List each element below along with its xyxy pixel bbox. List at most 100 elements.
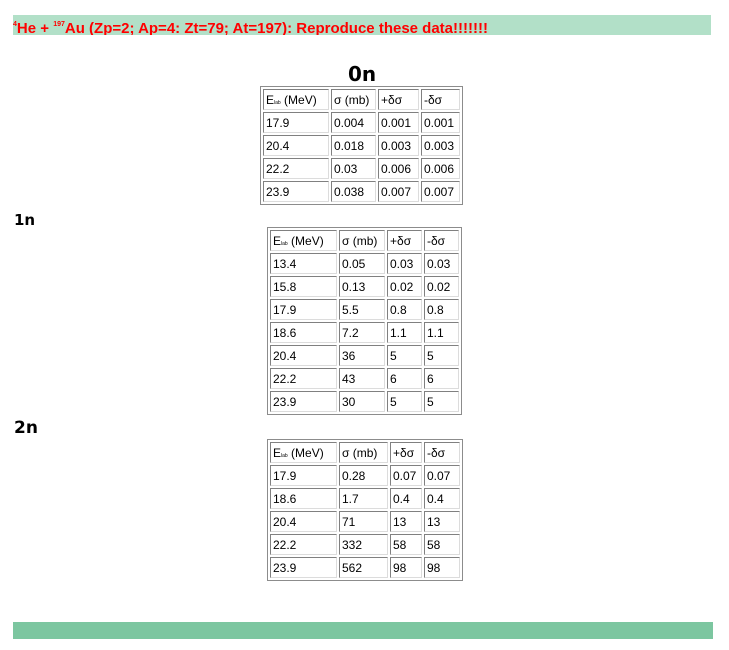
cell-plus-error: 5 bbox=[387, 345, 422, 366]
table-header-row: Elab (MeV) σ (mb) +δσ -δσ bbox=[270, 230, 459, 251]
cell-plus-error: 0.007 bbox=[378, 181, 419, 202]
cell-plus-error: 1.1 bbox=[387, 322, 422, 343]
table-row: 17.9 5.5 0.8 0.8 bbox=[270, 299, 459, 320]
projectile-label: He + bbox=[16, 20, 54, 35]
table-row: 20.4 36 5 5 bbox=[270, 345, 459, 366]
cell-energy: 20.4 bbox=[270, 511, 337, 532]
col-header-energy: Elab (MeV) bbox=[270, 442, 337, 463]
col-header-plus-error: +δσ bbox=[387, 230, 422, 251]
cell-plus-error: 0.8 bbox=[387, 299, 422, 320]
table-row: 23.9 562 98 98 bbox=[270, 557, 460, 578]
table-header-row: Elab (MeV) σ (mb) +δσ -δσ bbox=[263, 89, 460, 110]
table-row: 20.4 0.018 0.003 0.003 bbox=[263, 135, 460, 156]
cell-energy: 23.9 bbox=[263, 181, 329, 202]
cell-minus-error: 0.003 bbox=[421, 135, 460, 156]
footer-bar bbox=[13, 622, 713, 639]
cell-sigma: 0.038 bbox=[331, 181, 376, 202]
col-header-minus-error: -δσ bbox=[424, 442, 460, 463]
section-heading-2n: 2n bbox=[14, 418, 38, 438]
cell-sigma: 5.5 bbox=[339, 299, 385, 320]
cell-minus-error: 0.001 bbox=[421, 112, 460, 133]
table-row: 22.2 332 58 58 bbox=[270, 534, 460, 555]
data-table-0n: Elab (MeV) σ (mb) +δσ -δσ 17.9 0.004 0.001… bbox=[260, 86, 463, 205]
cell-sigma: 0.018 bbox=[331, 135, 376, 156]
section-heading-1n: 1n bbox=[14, 211, 36, 229]
cell-minus-error: 0.4 bbox=[424, 488, 460, 509]
cell-energy: 22.2 bbox=[270, 368, 337, 389]
target-mass-number: 197 bbox=[53, 21, 65, 28]
cell-sigma: 71 bbox=[339, 511, 388, 532]
cell-energy: 23.9 bbox=[270, 391, 337, 412]
cell-energy: 22.2 bbox=[263, 158, 329, 179]
cell-sigma: 43 bbox=[339, 368, 385, 389]
col-header-sigma: σ (mb) bbox=[331, 89, 376, 110]
cell-minus-error: 98 bbox=[424, 557, 460, 578]
table-row: 23.9 0.038 0.007 0.007 bbox=[263, 181, 460, 202]
section-heading-0n: 0n bbox=[348, 62, 377, 86]
table-row: 15.8 0.13 0.02 0.02 bbox=[270, 276, 459, 297]
cell-sigma: 30 bbox=[339, 391, 385, 412]
cell-plus-error: 0.02 bbox=[387, 276, 422, 297]
table-row: 17.9 0.004 0.001 0.001 bbox=[263, 112, 460, 133]
col-header-minus-error: -δσ bbox=[421, 89, 460, 110]
cell-sigma: 0.13 bbox=[339, 276, 385, 297]
col-header-plus-error: +δσ bbox=[390, 442, 422, 463]
col-header-plus-error: +δσ bbox=[378, 89, 419, 110]
cell-sigma: 0.28 bbox=[339, 465, 388, 486]
page-title: 4He + 197Au (Zp=2; Ap=4: Zt=79; At=197):… bbox=[13, 15, 711, 35]
cell-energy: 20.4 bbox=[270, 345, 337, 366]
cell-plus-error: 0.07 bbox=[390, 465, 422, 486]
cell-sigma: 36 bbox=[339, 345, 385, 366]
cell-energy: 23.9 bbox=[270, 557, 337, 578]
table-row: 23.9 30 5 5 bbox=[270, 391, 459, 412]
cell-energy: 20.4 bbox=[263, 135, 329, 156]
cell-plus-error: 6 bbox=[387, 368, 422, 389]
cell-minus-error: 0.006 bbox=[421, 158, 460, 179]
cell-energy: 17.9 bbox=[270, 299, 337, 320]
cell-energy: 17.9 bbox=[270, 465, 337, 486]
cell-plus-error: 0.001 bbox=[378, 112, 419, 133]
cell-plus-error: 0.03 bbox=[387, 253, 422, 274]
col-header-energy: Elab (MeV) bbox=[263, 89, 329, 110]
cell-plus-error: 0.4 bbox=[390, 488, 422, 509]
cell-sigma: 332 bbox=[339, 534, 388, 555]
table-row: 20.4 71 13 13 bbox=[270, 511, 460, 532]
col-header-sigma: σ (mb) bbox=[339, 230, 385, 251]
cell-energy: 15.8 bbox=[270, 276, 337, 297]
data-table-2n: Elab (MeV) σ (mb) +δσ -δσ 17.9 0.28 0.07 0.… bbox=[267, 439, 463, 581]
cell-plus-error: 0.003 bbox=[378, 135, 419, 156]
cell-minus-error: 0.03 bbox=[424, 253, 459, 274]
cell-energy: 13.4 bbox=[270, 253, 337, 274]
col-header-energy: Elab (MeV) bbox=[270, 230, 337, 251]
table-row: 18.6 1.7 0.4 0.4 bbox=[270, 488, 460, 509]
cell-plus-error: 58 bbox=[390, 534, 422, 555]
table-row: 18.6 7.2 1.1 1.1 bbox=[270, 322, 459, 343]
cell-minus-error: 0.02 bbox=[424, 276, 459, 297]
table-row: 17.9 0.28 0.07 0.07 bbox=[270, 465, 460, 486]
cell-minus-error: 58 bbox=[424, 534, 460, 555]
cell-minus-error: 5 bbox=[424, 391, 459, 412]
cell-sigma: 562 bbox=[339, 557, 388, 578]
table-row: 13.4 0.05 0.03 0.03 bbox=[270, 253, 459, 274]
data-table-1n: Elab (MeV) σ (mb) +δσ -δσ 13.4 0.05 0.03 0.… bbox=[267, 227, 462, 415]
cell-sigma: 0.03 bbox=[331, 158, 376, 179]
cell-energy: 17.9 bbox=[263, 112, 329, 133]
table-row: 22.2 0.03 0.006 0.006 bbox=[263, 158, 460, 179]
cell-sigma: 0.05 bbox=[339, 253, 385, 274]
cell-plus-error: 0.006 bbox=[378, 158, 419, 179]
cell-minus-error: 6 bbox=[424, 368, 459, 389]
cell-minus-error: 0.07 bbox=[424, 465, 460, 486]
cell-sigma: 7.2 bbox=[339, 322, 385, 343]
table-row: 22.2 43 6 6 bbox=[270, 368, 459, 389]
cell-plus-error: 13 bbox=[390, 511, 422, 532]
cell-minus-error: 5 bbox=[424, 345, 459, 366]
cell-minus-error: 0.8 bbox=[424, 299, 459, 320]
cell-minus-error: 0.007 bbox=[421, 181, 460, 202]
cell-minus-error: 1.1 bbox=[424, 322, 459, 343]
cell-sigma: 0.004 bbox=[331, 112, 376, 133]
cell-sigma: 1.7 bbox=[339, 488, 388, 509]
cell-energy: 18.6 bbox=[270, 322, 337, 343]
cell-energy: 18.6 bbox=[270, 488, 337, 509]
cell-plus-error: 5 bbox=[387, 391, 422, 412]
cell-plus-error: 98 bbox=[390, 557, 422, 578]
